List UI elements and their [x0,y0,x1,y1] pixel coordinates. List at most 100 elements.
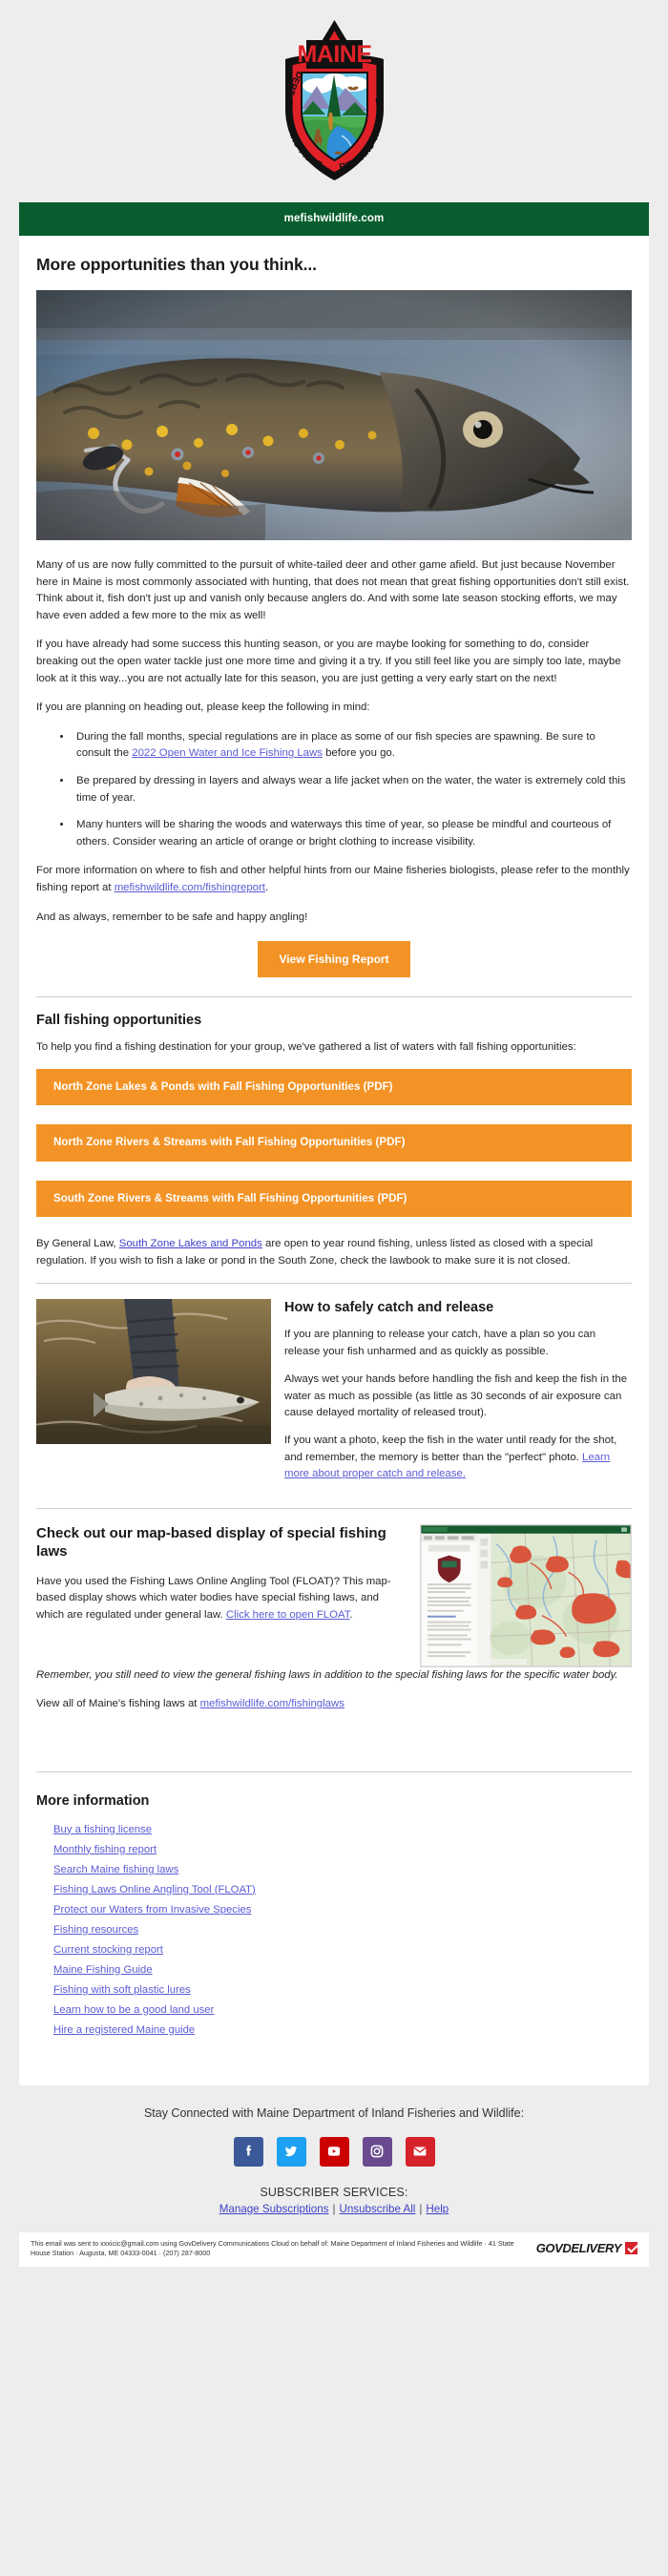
facebook-icon[interactable] [233,2136,263,2167]
twitter-glyph [284,2146,297,2157]
link-soft-plastic-lures[interactable]: Fishing with soft plastic lures [53,1984,191,1996]
list-item: Buy a fishing license [53,1820,632,1837]
tips-list: During the fall months, special regulati… [36,729,632,851]
list-item: Protect our Waters from Invasive Species [53,1900,632,1917]
subscriber-services-label: SUBSCRIBER SERVICES: [260,2185,408,2199]
paragraph-1: Many of us are now fully committed to th… [36,559,630,621]
site-url-bar[interactable]: mefishwildlife.com [19,202,649,236]
float-text: Check out our map-based display of speci… [36,1524,405,1635]
catch-release-heading: How to safely catch and release [284,1300,494,1316]
help-link[interactable]: Help [426,2203,449,2215]
disclaimer-bar: This email was sent to xxxicic@gmail.com… [19,2231,649,2267]
brook-trout-hero-image [36,290,632,540]
disclaimer-text: This email was sent to xxxicic@gmail.com… [31,2238,514,2257]
view-fishing-laws: View all of Maine's fishing laws at mefi… [36,1696,632,1713]
govdelivery-logo: GOVDELIVERY [536,2241,637,2255]
govdelivery-wordmark: GOVDELIVERY [535,2241,622,2255]
paragraph-4: For more information on where to fish an… [36,863,632,896]
link-buy-fishing-license[interactable]: Buy a fishing license [53,1824,152,1835]
paragraph-4-post: . [264,881,269,893]
twitter-icon[interactable] [276,2136,306,2167]
float-image-wrap [420,1523,632,1667]
email-footer: Stay Connected with Maine Department of … [0,2084,668,2284]
separator-2: | [419,2202,423,2215]
list-item: Fishing with soft plastic lures [53,1980,632,1998]
divider [36,996,632,998]
list-item: Maine Fishing Guide [53,1960,632,1978]
paragraph-3: If you are planning on heading out, plea… [36,702,370,714]
more-information-section: More information Buy a fishing license M… [36,1788,632,2038]
link-monthly-fishing-report[interactable]: Monthly fishing report [53,1844,157,1855]
social-links [0,2136,668,2167]
general-law-pre: By General Law, [36,1238,119,1250]
divider [36,1507,632,1509]
link-current-stocking-report[interactable]: Current stocking report [53,1944,163,1956]
view-fishing-report-button[interactable]: View Fishing Report [258,941,410,978]
link-good-land-user[interactable]: Learn how to be a good land user [53,2004,214,2016]
bullet-1-post: before you go. [322,747,395,760]
north-zone-lakes-ponds-pdf-button[interactable]: North Zone Lakes & Ponds with Fall Fishi… [36,1068,632,1106]
footer-bottom-padding [0,2266,668,2284]
list-item: Many hunters will be sharing the woods a… [73,817,632,850]
catch-release-p2: Always wet your hands before handling th… [284,1373,628,1419]
more-information-links: Buy a fishing license Monthly fishing re… [36,1820,632,2038]
paragraph-5: And as always, remember to be safe and h… [36,911,308,923]
south-zone-lakes-ponds-link[interactable]: South Zone Lakes and Ponds [119,1238,262,1249]
float-reminder: Remember, you still need to view the gen… [36,1668,618,1681]
bullet-3-text: Many hunters will be sharing the woods a… [76,819,612,848]
float-p1-post: . [349,1608,353,1621]
fishing-laws-link[interactable]: 2022 Open Water and Ice Fishing Laws [132,747,323,759]
instagram-glyph [370,2145,384,2158]
bullet-2-text: Be prepared by dressing in layers and al… [76,774,626,804]
list-item: Search Maine fishing laws [53,1860,632,1877]
list-item: Learn how to be a good land user [53,2000,632,2018]
catch-release-p1: If you are planning to release your catc… [284,1329,596,1357]
site-url-text: mefishwildlife.com [283,213,385,224]
float-map-screenshot [420,1523,632,1667]
page-title: More opportunities than you think... [36,255,317,274]
divider [36,1770,632,1772]
fishing-report-link[interactable]: mefishwildlife.com/fishingreport [115,882,265,893]
envelope-glyph [413,2147,427,2156]
south-zone-rivers-streams-pdf-button[interactable]: South Zone Rivers & Streams with Fall Fi… [36,1180,632,1218]
facebook-glyph [246,2145,252,2156]
north-zone-rivers-streams-pdf-button[interactable]: North Zone Rivers & Streams with Fall Fi… [36,1124,632,1162]
youtube-glyph [327,2147,341,2156]
list-item: Current stocking report [53,1940,632,1958]
list-item: Hire a registered Maine guide [53,2021,632,2038]
unsubscribe-all-link[interactable]: Unsubscribe All [339,2203,415,2215]
instagram-icon[interactable] [362,2136,392,2167]
list-item: Fishing Laws Online Angling Tool (FLOAT) [53,1880,632,1897]
general-law-note: By General Law, South Zone Lakes and Pon… [36,1236,632,1269]
link-protect-waters-invasive-species[interactable]: Protect our Waters from Invasive Species [53,1904,251,1916]
govdelivery-checkmark-icon [625,2242,637,2254]
open-float-link[interactable]: Click here to open FLOAT [226,1609,350,1621]
link-maine-fishing-guide[interactable]: Maine Fishing Guide [53,1964,153,1976]
catch-release-p3-pre: If you want a photo, keep the fish in th… [284,1435,617,1463]
maine-difw-shield-logo: MAINE DEPT. OF INLAND FISHE RIES AND WIL… [275,17,394,184]
list-item: During the fall months, special regulati… [73,729,632,763]
separator-1: | [332,2202,336,2215]
more-information-heading: More information [36,1792,150,1809]
list-item: Be prepared by dressing in layers and al… [73,773,632,806]
fall-fishing-intro: To help you find a fishing destination f… [36,1041,576,1054]
link-float-tool[interactable]: Fishing Laws Online Angling Tool (FLOAT) [53,1884,256,1895]
float-heading: Check out our map-based display of speci… [36,1524,386,1560]
email-icon[interactable] [405,2136,435,2167]
shield-icon: MAINE DEPT. OF INLAND FISHE RIES AND WIL… [282,20,386,180]
view-fishing-report-wrap: View Fishing Report [36,941,632,978]
catch-release-image-wrap [36,1299,271,1445]
fish-release-image [36,1299,271,1445]
link-search-maine-fishing-laws[interactable]: Search Maine fishing laws [53,1864,178,1875]
paragraph-2: If you have already had some success thi… [36,639,621,684]
float-section: Check out our map-based display of speci… [36,1523,632,1667]
logo-band: MAINE DEPT. OF INLAND FISHE RIES AND WIL… [0,0,668,202]
link-hire-registered-maine-guide[interactable]: Hire a registered Maine guide [53,2024,195,2036]
link-fishing-resources[interactable]: Fishing resources [53,1924,138,1936]
email-page: MAINE DEPT. OF INLAND FISHE RIES AND WIL… [0,0,668,2284]
youtube-icon[interactable] [319,2136,349,2167]
fishing-laws-url-link[interactable]: mefishwildlife.com/fishinglaws [200,1698,344,1709]
card-inner: More opportunities than you think... Man… [19,255,649,2085]
divider [36,1283,632,1285]
manage-subscriptions-link[interactable]: Manage Subscriptions [219,2203,329,2215]
